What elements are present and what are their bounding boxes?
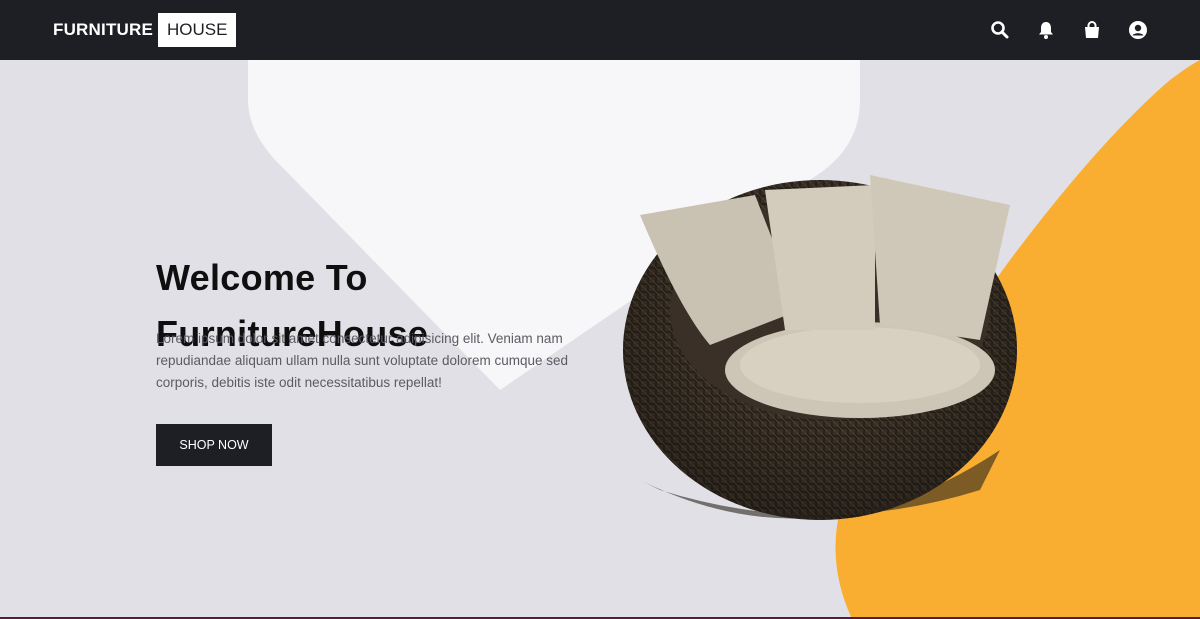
shop-now-button[interactable]: SHOP NOW — [156, 424, 272, 466]
wicker-chair-image — [623, 175, 1017, 520]
hero-description: Lorem ipsum dolor sit amet consectetur a… — [156, 331, 569, 390]
user-circle-icon[interactable] — [1128, 20, 1148, 40]
hero-title-line1: Welcome To — [156, 257, 368, 298]
logo-text-boxed: HOUSE — [158, 13, 237, 47]
brand-logo[interactable]: FURNITURE HOUSE — [53, 13, 237, 47]
top-navbar: FURNITURE HOUSE — [0, 0, 1200, 60]
logo-text-primary: FURNITURE — [53, 20, 154, 39]
bell-icon[interactable] — [1036, 20, 1056, 40]
hero-section: Welcome To FurnitureHouse Lorem ipsum do… — [0, 60, 1200, 619]
search-icon[interactable] — [990, 20, 1010, 40]
nav-icons — [990, 20, 1148, 40]
shopping-bag-icon[interactable] — [1082, 20, 1102, 40]
